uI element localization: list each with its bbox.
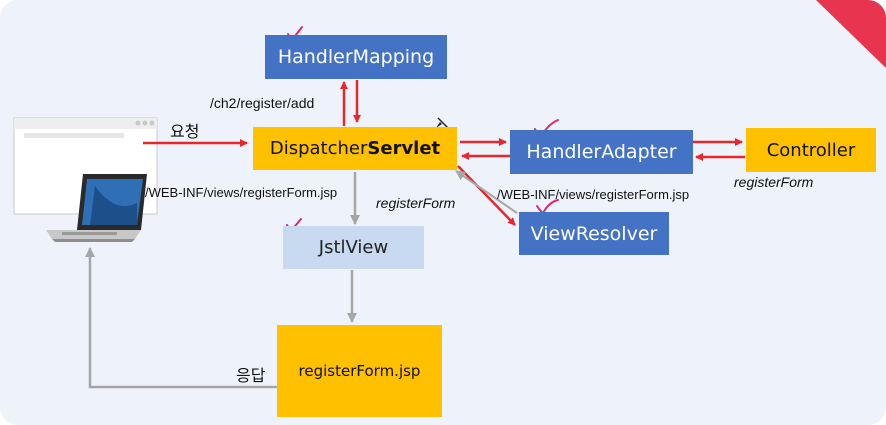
controller-box: Controller [746,128,876,172]
dispatcher-label-prefix: Dispatcher [269,138,368,159]
handler-mapping-box: HandlerMapping [265,35,447,79]
view-name-center-label: registerForm [376,195,456,211]
view-resolver-label: ViewResolver [530,222,658,245]
handler-adapter-label: HandlerAdapter [526,141,677,163]
view-name-controller-label: registerForm [734,174,814,190]
handler-adapter-box: HandlerAdapter [510,130,693,174]
jstl-view-label: JstlView [318,237,389,258]
jstl-view-box: JstlView [283,226,424,269]
dispatcher-label-bold: Servlet [367,138,441,159]
view-resolver-box: ViewResolver [519,212,669,255]
register-form-jsp-box: registerForm.jsp [277,325,442,417]
request-label: 요청 [170,122,200,141]
diagram-canvas: HandlerMapping Dispatcher Servlet Handler… [0,0,886,425]
response-label: 응답 [236,366,266,385]
handler-mapping-label: HandlerMapping [277,46,435,68]
register-form-jsp-label: registerForm.jsp [298,362,421,380]
view-path-right-label: /WEB-INF/views/registerForm.jsp [497,187,690,202]
view-path-left-label: /WEB-INF/views/registerForm.jsp [145,185,338,200]
url-label: /ch2/register/add [210,95,315,111]
dispatcher-servlet-box: Dispatcher Servlet [253,127,457,170]
controller-label: Controller [766,139,856,161]
